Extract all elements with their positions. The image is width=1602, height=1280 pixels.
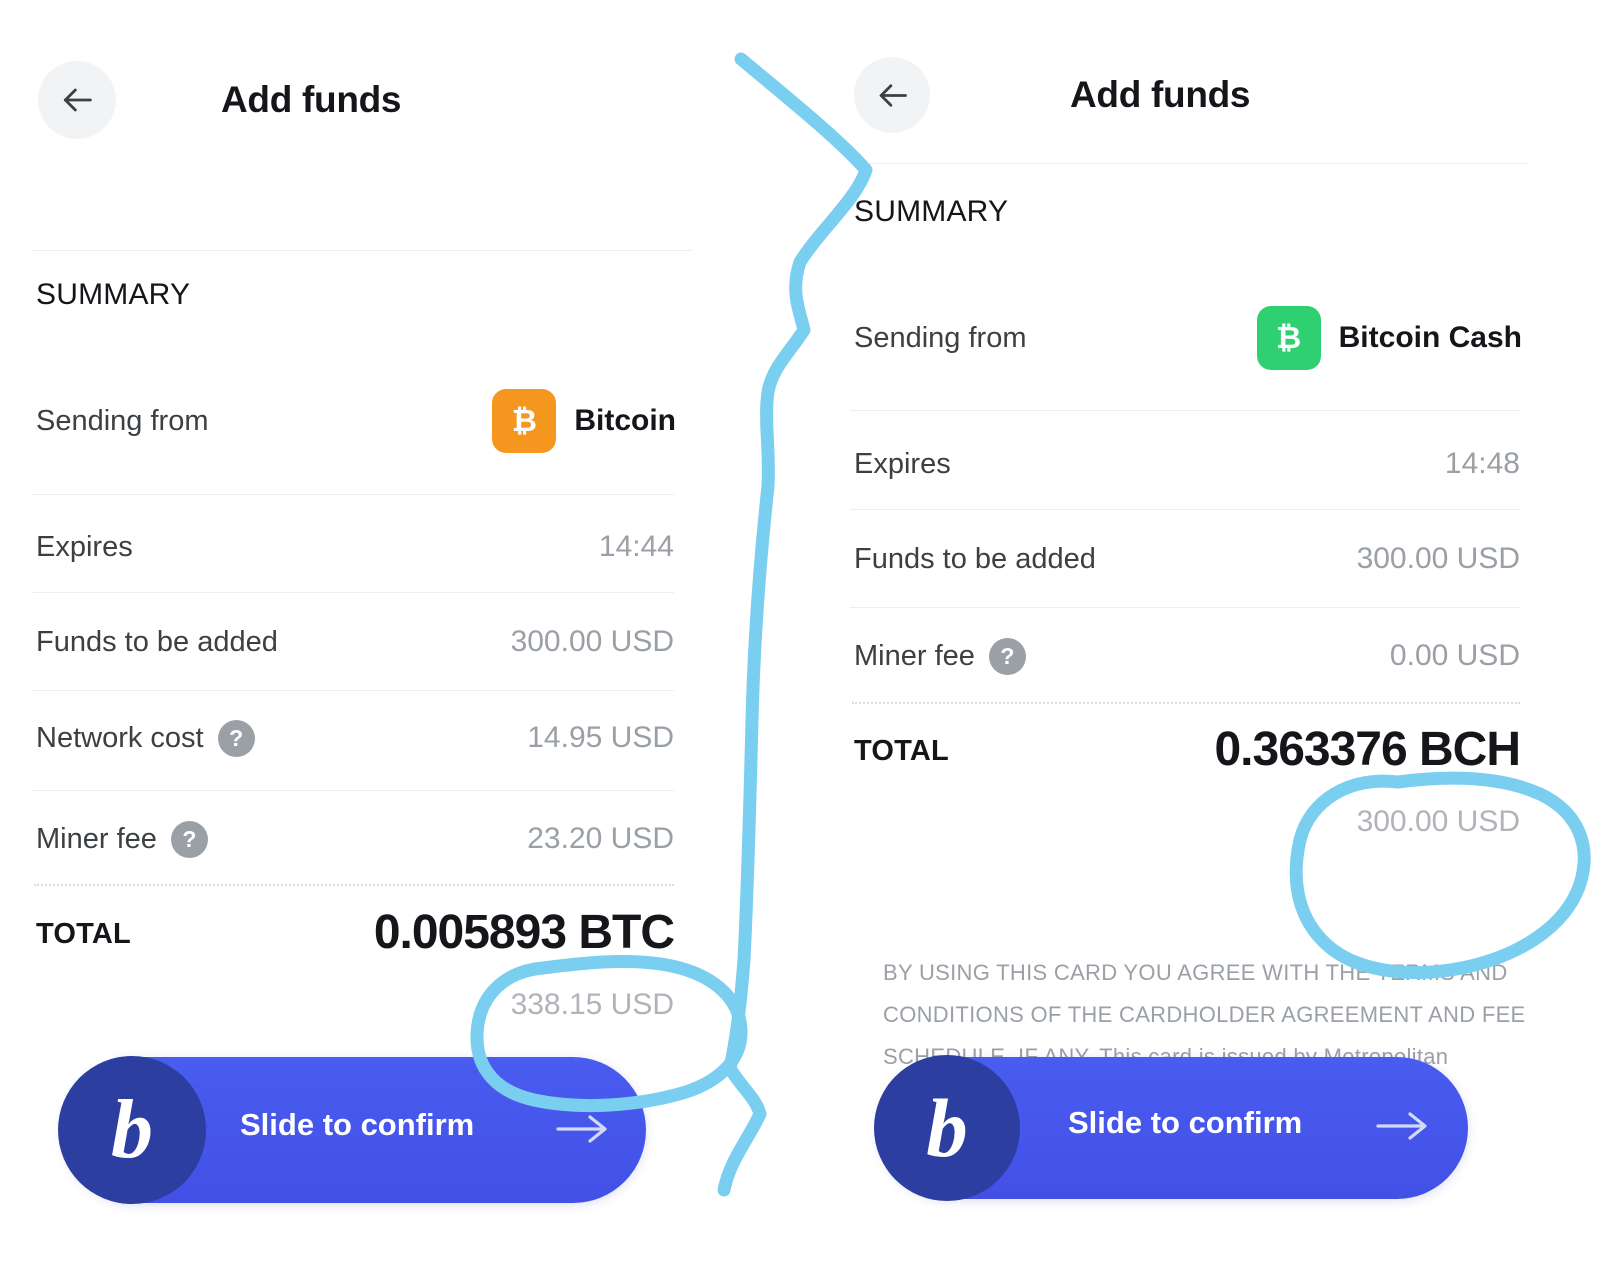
page-title: Add funds xyxy=(1070,74,1251,115)
row-divider xyxy=(850,607,1520,608)
bitcoin-panel: Add funds SUMMARY Sending from ₿ Bitcoin… xyxy=(0,0,722,1280)
slider-label: Slide to confirm xyxy=(240,1107,475,1142)
total-divider xyxy=(852,702,1520,704)
coin-name: Bitcoin Cash xyxy=(1338,321,1522,354)
header-divider xyxy=(32,250,692,251)
disclaimer-line: CONDITIONS OF THE CARDHOLDER AGREEMENT A… xyxy=(883,1002,1526,1027)
row-label: Sending from xyxy=(36,404,209,437)
row-miner-fee: Miner fee ? 0.00 USD xyxy=(854,632,1520,680)
row-label: Funds to be added xyxy=(36,625,278,658)
total-label: TOTAL xyxy=(36,918,131,950)
slide-to-confirm-button[interactable]: b Slide to confirm xyxy=(874,1055,1468,1201)
summary-heading: SUMMARY xyxy=(854,195,1009,228)
row-label-text: Miner fee xyxy=(854,639,975,672)
row-value: 14:48 xyxy=(1444,447,1520,480)
brand-b-icon: b xyxy=(926,1081,968,1174)
total-divider xyxy=(34,884,674,886)
total-crypto-amount: 0.363376 BCH xyxy=(1214,723,1521,776)
row-divider xyxy=(32,690,674,691)
row-label: Network cost ? xyxy=(36,719,255,757)
arrow-left-icon xyxy=(879,83,907,107)
slide-to-confirm-button[interactable]: b Slide to confirm xyxy=(58,1056,646,1204)
row-expires: Expires 14:48 xyxy=(854,440,1520,488)
page-title: Add funds xyxy=(221,79,402,120)
row-value: 300.00 USD xyxy=(510,625,674,658)
row-value: 23.20 USD xyxy=(527,822,674,855)
row-label: Expires xyxy=(854,447,951,480)
row-label: Expires xyxy=(36,530,133,563)
brand-b-icon: b xyxy=(111,1083,153,1176)
panel-header: Add funds xyxy=(0,0,722,200)
total-crypto-amount: 0.005893 BTC xyxy=(373,906,675,959)
total-fiat-amount: 300.00 USD xyxy=(1356,805,1520,838)
disclaimer-line: BY USING THIS CARD YOU AGREE WITH THE TE… xyxy=(883,960,1508,985)
bitcoin-cash-icon: ₿ xyxy=(1256,306,1321,370)
coin-chip-bitcoin: ₿ Bitcoin xyxy=(492,389,676,453)
arrow-right-icon xyxy=(1376,1109,1430,1148)
coin-name: Bitcoin xyxy=(574,404,676,437)
row-divider xyxy=(850,509,1520,510)
row-network-cost: Network cost ? 14.95 USD xyxy=(36,714,674,762)
bitcoin-icon: ₿ xyxy=(492,389,557,453)
row-divider xyxy=(32,592,674,593)
slider-knob[interactable]: b xyxy=(58,1056,206,1204)
row-sending-from[interactable]: Sending from ₿ Bitcoin xyxy=(36,389,676,453)
total-label: TOTAL xyxy=(854,735,949,767)
row-divider xyxy=(850,410,1520,411)
row-label: Funds to be added xyxy=(854,542,1096,575)
row-funds-to-be-added: Funds to be added 300.00 USD xyxy=(854,535,1520,583)
total-fiat-amount: 338.15 USD xyxy=(510,988,674,1021)
row-label: Miner fee ? xyxy=(854,637,1026,675)
row-label-text: Network cost xyxy=(36,721,204,754)
bitcoin-cash-panel: Add funds SUMMARY Sending from ₿ Bitcoin… xyxy=(828,0,1602,1280)
row-label: Sending from xyxy=(854,321,1027,354)
row-divider xyxy=(32,790,674,791)
slider-label: Slide to confirm xyxy=(1068,1105,1303,1140)
coin-chip-bitcoin-cash: ₿ Bitcoin Cash xyxy=(1256,306,1522,370)
summary-heading: SUMMARY xyxy=(36,278,191,311)
row-value: 0.00 USD xyxy=(1389,639,1520,672)
row-sending-from[interactable]: Sending from ₿ Bitcoin Cash xyxy=(854,306,1522,370)
row-label: Miner fee ? xyxy=(36,820,208,858)
arrow-left-icon xyxy=(63,88,92,112)
panel-header: Add funds xyxy=(828,0,1602,190)
help-icon[interactable]: ? xyxy=(217,719,255,757)
row-expires: Expires 14:44 xyxy=(36,523,674,571)
back-button[interactable] xyxy=(38,61,116,139)
row-value: 14.95 USD xyxy=(527,721,674,754)
header-divider xyxy=(850,163,1528,164)
screenshot-root: Add funds SUMMARY Sending from ₿ Bitcoin… xyxy=(0,0,1602,1280)
back-button[interactable] xyxy=(854,57,930,133)
row-divider xyxy=(32,494,674,495)
slider-knob[interactable]: b xyxy=(874,1055,1020,1201)
help-icon[interactable]: ? xyxy=(988,637,1026,675)
row-miner-fee: Miner fee ? 23.20 USD xyxy=(36,815,674,863)
row-value: 14:44 xyxy=(598,530,674,563)
row-funds-to-be-added: Funds to be added 300.00 USD xyxy=(36,618,674,666)
arrow-right-icon xyxy=(556,1112,610,1151)
help-icon[interactable]: ? xyxy=(170,820,208,858)
row-value: 300.00 USD xyxy=(1356,542,1520,575)
row-label-text: Miner fee xyxy=(36,822,157,855)
